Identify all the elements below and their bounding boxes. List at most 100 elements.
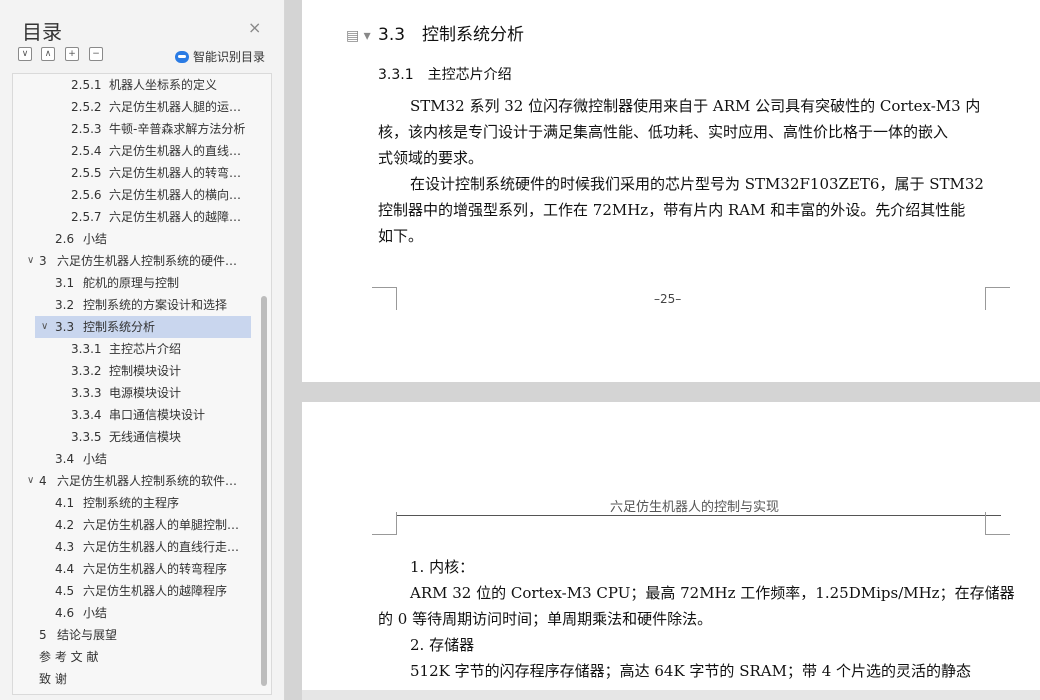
header-rule xyxy=(396,515,1001,516)
toc-label: 六足仿生机器人控制系统的硬件设计 xyxy=(57,254,247,268)
toc-sidebar: 目录 × ∨ ∧ + − 智能识别目录 2.5.1 机器人坐标系的定义 2.5.2 六… xyxy=(0,0,285,700)
toc-label: 机器人坐标系的定义 xyxy=(109,78,218,92)
document-area: ▤ ▾ 3.3 控制系统分析 3.3.1 主控芯片介绍 STM32 系列 32 … xyxy=(285,0,1040,700)
toc-item[interactable]: 3.3.2 控制模块设计 xyxy=(13,360,253,382)
toc-item[interactable]: 3.2 控制系统的方案设计和选择 xyxy=(13,294,253,316)
crop-mark xyxy=(372,512,397,535)
toc-item[interactable]: 4.2 六足仿生机器人的单腿控制程序 xyxy=(13,514,253,536)
toc-label: 六足仿生机器人的单腿控制程序 xyxy=(83,518,247,532)
toc-panel: 2.5.1 机器人坐标系的定义 2.5.2 六足仿生机器人腿的运动学分析 2.5.3 牛顿… xyxy=(12,73,272,695)
body-line: 在设计控制系统硬件的时候我们采用的芯片型号为 STM32F103ZET6，属于 … xyxy=(410,175,984,193)
toc-label: 串口通信模块设计 xyxy=(109,408,206,422)
toc-label: 六足仿生机器人的转弯分析 xyxy=(109,166,247,180)
toc-item[interactable]: 4.4 六足仿生机器人的转弯程序 xyxy=(13,558,253,580)
toc-item[interactable]: ∨ 3 六足仿生机器人控制系统的硬件设计 xyxy=(13,250,253,272)
toc-item[interactable]: 3.3.4 串口通信模块设计 xyxy=(13,404,253,426)
toc-number: 2.5.3 xyxy=(71,122,102,136)
body-line: 核，该内核是专门设计于满足集高性能、低功耗、实时应用、高性价比格于一体的嵌入 xyxy=(378,123,949,141)
page: 六足仿生机器人的控制与实现 1. 内核： ARM 32 位的 Cortex-M3… xyxy=(302,402,1040,700)
toc-item[interactable]: 致 谢 xyxy=(13,668,253,690)
toc-number: 3.3 xyxy=(55,320,75,334)
toc-item[interactable]: 参 考 文 献 xyxy=(13,646,253,668)
toc-item[interactable]: 4.3 六足仿生机器人的直线行走程序 xyxy=(13,536,253,558)
toc-number: 3 xyxy=(39,254,47,268)
toc-number: 4.4 xyxy=(55,562,75,576)
toc-label: 控制系统的方案设计和选择 xyxy=(83,298,228,312)
toc-number: 5 xyxy=(39,628,47,642)
body-line: 512K 字节的闪存程序存储器；高达 64K 字节的 SRAM；带 4 个片选的… xyxy=(410,662,972,680)
chevron-down-icon[interactable]: ∨ xyxy=(27,470,35,486)
toc-item[interactable]: 4.6 小结 xyxy=(13,602,253,624)
body-line: 如下。 xyxy=(378,227,424,245)
toc-item[interactable]: 2.5.2 六足仿生机器人腿的运动学分析 xyxy=(13,96,253,118)
section-heading: 3.3 控制系统分析 xyxy=(378,25,525,45)
smart-toc-label: 智能识别目录 xyxy=(193,50,266,64)
toc-item[interactable]: 2.5.3 牛顿-辛普森求解方法分析 xyxy=(13,118,253,140)
toc-item[interactable]: 2.5.7 六足仿生机器人的越障分析 xyxy=(13,206,253,228)
toc-label: 小结 xyxy=(83,452,108,466)
toc-number: 3.2 xyxy=(55,298,75,312)
toc-item[interactable]: 3.1 舵机的原理与控制 xyxy=(13,272,253,294)
toc-number: 2.5.5 xyxy=(71,166,102,180)
toc-item[interactable]: 2.5.1 机器人坐标系的定义 xyxy=(13,74,253,96)
toc-number: 2.6 xyxy=(55,232,75,246)
document-icon[interactable]: ▤ ▾ xyxy=(346,28,371,44)
toc-item[interactable]: 3.3.5 无线通信模块 xyxy=(13,426,253,448)
toc-number: 2.5.1 xyxy=(71,78,102,92)
toc-number: 4.5 xyxy=(55,584,75,598)
toc-label: 主控芯片介绍 xyxy=(109,342,182,356)
toc-number: 3.4 xyxy=(55,452,75,466)
toc-label: 结论与展望 xyxy=(57,628,118,642)
chevron-down-icon[interactable]: ∨ xyxy=(27,250,35,266)
toc-item[interactable]: 2.6 小结 xyxy=(13,228,253,250)
body-line: ARM 32 位的 Cortex-M3 CPU；最高 72MHz 工作频率，1.… xyxy=(410,584,1015,602)
toc-label: 无线通信模块 xyxy=(109,430,182,444)
toc-label: 六足仿生机器人的直线行走程序 xyxy=(83,540,247,554)
horizontal-scrollbar[interactable] xyxy=(302,690,1040,700)
toc-item[interactable]: 4.1 控制系统的主程序 xyxy=(13,492,253,514)
toc-number: 2.5.7 xyxy=(71,210,102,224)
subsection-heading: 3.3.1 主控芯片介绍 xyxy=(378,67,512,83)
toc-title: 目录 xyxy=(22,20,62,44)
toc-item[interactable]: 2.5.5 六足仿生机器人的转弯分析 xyxy=(13,162,253,184)
toc-number: 4.2 xyxy=(55,518,75,532)
crop-mark xyxy=(985,287,1010,310)
chevron-down-icon[interactable]: ∨ xyxy=(41,316,49,332)
toc-label: 小结 xyxy=(83,606,108,620)
toc-label: 小结 xyxy=(83,232,108,246)
body-line: 式领域的要求。 xyxy=(378,149,484,167)
toc-item[interactable]: 3.3.1 主控芯片介绍 xyxy=(13,338,253,360)
toc-item[interactable]: 3.4 小结 xyxy=(13,448,253,470)
toc-number: 2.5.2 xyxy=(71,100,102,114)
close-icon[interactable]: × xyxy=(248,18,261,37)
toc-scrollbar[interactable] xyxy=(261,296,267,686)
toc-item[interactable]: ∨ 3.3 控制系统分析 xyxy=(35,316,251,338)
toc-label: 参 考 文 献 xyxy=(39,650,99,664)
smart-toc-button[interactable]: 智能识别目录 xyxy=(175,48,265,65)
crop-mark xyxy=(372,287,397,310)
toc-item[interactable]: 5 结论与展望 xyxy=(13,624,253,646)
toc-label: 控制系统的主程序 xyxy=(83,496,180,510)
toc-item[interactable]: 4.5 六足仿生机器人的越障程序 xyxy=(13,580,253,602)
toc-item[interactable]: 2.5.6 六足仿生机器人的横向行走分析 xyxy=(13,184,253,206)
remove-heading-icon[interactable]: − xyxy=(89,47,103,61)
toc-number: 3.3.3 xyxy=(71,386,102,400)
expand-up-icon[interactable]: ∧ xyxy=(41,47,55,61)
toc-number: 2.5.4 xyxy=(71,144,102,158)
toc-number: 3.3.4 xyxy=(71,408,102,422)
toc-number: 3.3.1 xyxy=(71,342,102,356)
toc-number: 4.1 xyxy=(55,496,75,510)
page: ▤ ▾ 3.3 控制系统分析 3.3.1 主控芯片介绍 STM32 系列 32 … xyxy=(302,0,1040,382)
toc-label: 六足仿生机器人的直线行走分析 xyxy=(109,144,247,158)
toc-number: 4 xyxy=(39,474,47,488)
collapse-all-icon[interactable]: ∨ xyxy=(18,47,32,61)
toc-label: 六足仿生机器人控制系统的软件设计 xyxy=(57,474,247,488)
ai-cloud-icon xyxy=(175,50,189,63)
body-line: 控制器中的增强型系列，工作在 72MHz，带有片内 RAM 和丰富的外设。先介绍… xyxy=(378,201,966,219)
add-heading-icon[interactable]: + xyxy=(65,47,79,61)
toc-label: 控制系统分析 xyxy=(83,320,156,334)
toc-label: 六足仿生机器人的横向行走分析 xyxy=(109,188,247,202)
toc-item[interactable]: 3.3.3 电源模块设计 xyxy=(13,382,253,404)
toc-item[interactable]: 2.5.4 六足仿生机器人的直线行走分析 xyxy=(13,140,253,162)
toc-item[interactable]: ∨ 4 六足仿生机器人控制系统的软件设计 xyxy=(13,470,253,492)
